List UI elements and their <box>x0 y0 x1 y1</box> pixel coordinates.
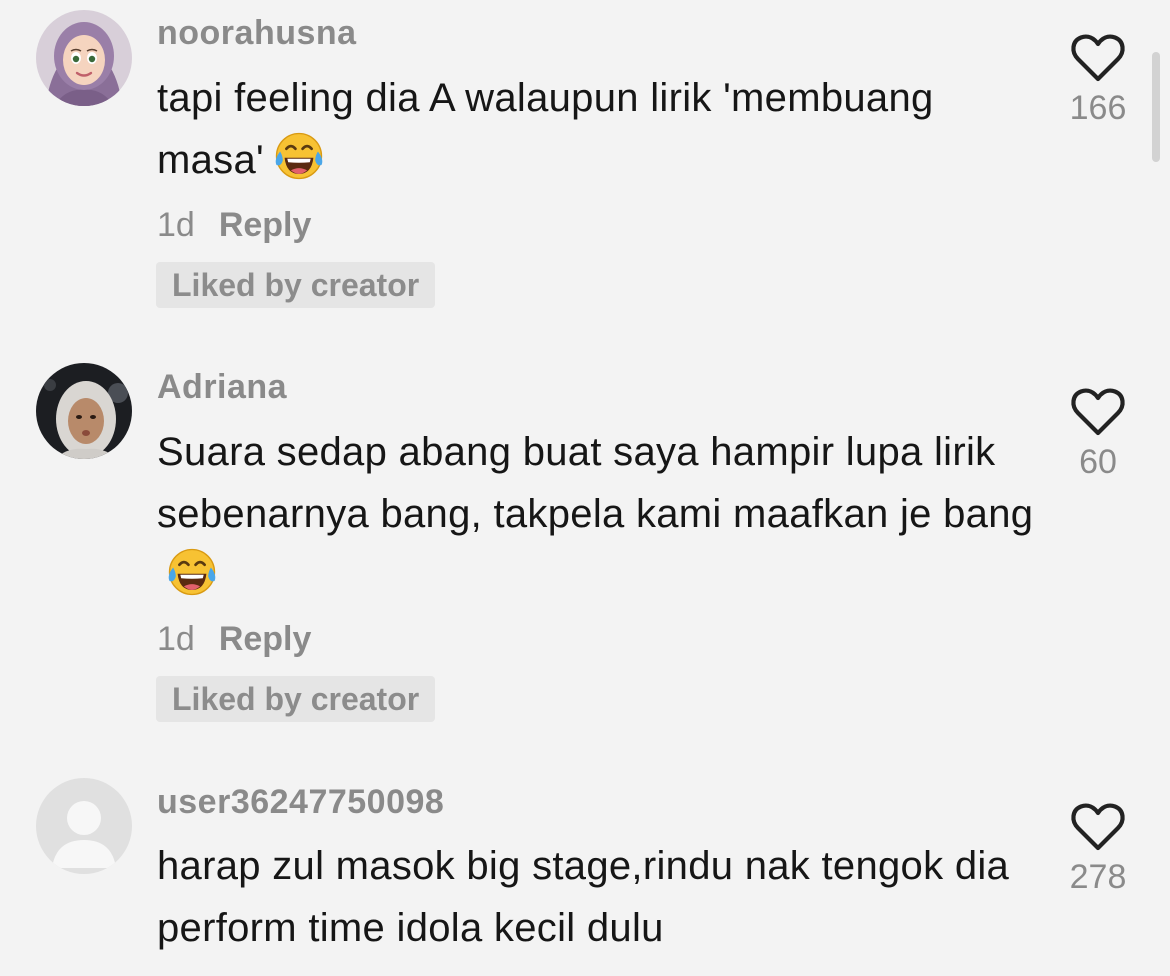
liked-by-creator-badge: Liked by creator <box>156 676 436 722</box>
comment-item: user36247750098 harap zul masok big stag… <box>0 770 1150 976</box>
like-count: 166 <box>1069 89 1127 127</box>
avatar[interactable] <box>36 778 132 874</box>
comment-text-content: harap zul masok big stage,rindu nak teng… <box>157 844 1010 950</box>
like-control: 166 <box>1058 33 1138 128</box>
tears-of-joy-emoji-icon <box>272 129 326 183</box>
username[interactable]: user36247750098 <box>157 783 444 822</box>
tears-of-joy-emoji-icon <box>165 545 219 599</box>
liked-by-creator-badge: Liked by creator <box>156 262 436 308</box>
comment-text-content: Suara sedap abang buat saya hampir lupa … <box>157 430 1034 536</box>
like-count: 60 <box>1079 443 1117 481</box>
username[interactable]: noorahusna <box>157 14 357 53</box>
comment-meta: 1d Reply <box>157 620 311 659</box>
comment-text: Suara sedap abang buat saya hampir lupa … <box>157 421 1037 607</box>
username[interactable]: Adriana <box>157 368 287 407</box>
comment-item: noorahusna tapi feeling dia A walaupun l… <box>0 0 1150 330</box>
comments-screen: noorahusna tapi feeling dia A walaupun l… <box>0 0 1170 976</box>
default-person-avatar-icon <box>36 778 132 874</box>
comment-item: Adriana Suara sedap abang buat saya hamp… <box>0 355 1150 735</box>
reply-button[interactable]: Reply <box>219 620 312 658</box>
timestamp: 1d <box>157 620 195 658</box>
heart-icon[interactable] <box>1070 33 1126 83</box>
hijab-photo-avatar-icon <box>36 363 132 459</box>
timestamp: 1d <box>157 206 195 244</box>
reply-button[interactable]: Reply <box>219 206 312 244</box>
avatar[interactable] <box>36 363 132 459</box>
heart-icon[interactable] <box>1070 802 1126 852</box>
hijab-cartoon-avatar-icon <box>36 10 132 106</box>
comment-text: tapi feeling dia A walaupun lirik 'membu… <box>157 67 1037 191</box>
scrollbar[interactable] <box>1152 52 1160 162</box>
comment-text: harap zul masok big stage,rindu nak teng… <box>157 835 1037 959</box>
heart-icon[interactable] <box>1070 387 1126 437</box>
like-control: 60 <box>1058 387 1138 482</box>
comment-meta: 1d Reply <box>157 206 311 245</box>
like-control: 278 <box>1058 802 1138 897</box>
avatar[interactable] <box>36 10 132 106</box>
like-count: 278 <box>1069 858 1127 896</box>
